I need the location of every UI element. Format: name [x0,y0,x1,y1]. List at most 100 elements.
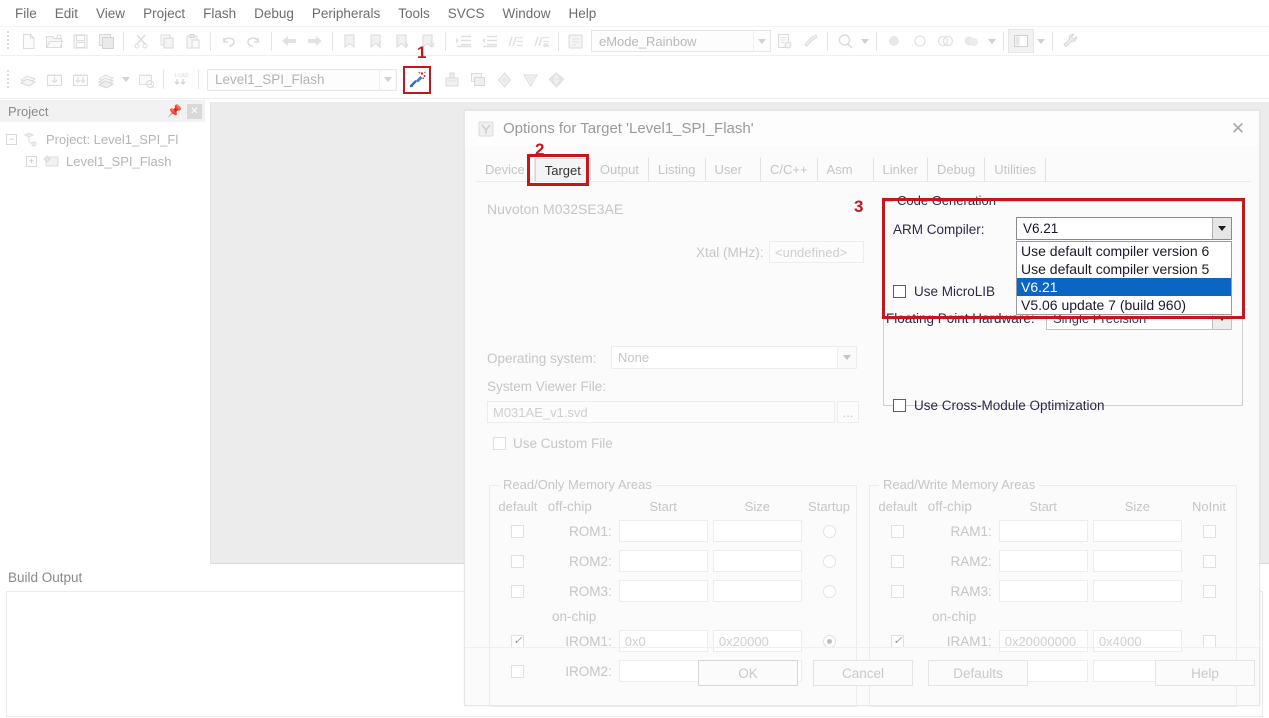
menu-tools[interactable]: Tools [389,3,439,24]
rom1-startup-radio[interactable] [822,524,836,538]
uncomment-icon[interactable] [528,29,554,53]
batch-build-icon[interactable] [93,68,119,92]
menu-flash[interactable]: Flash [194,3,245,24]
download-icon[interactable]: LOAD [168,68,194,92]
ram1-size-field[interactable] [1092,520,1183,542]
ram3-size-field[interactable] [1092,580,1183,602]
comment-icon[interactable] [502,29,528,53]
tab-device[interactable]: Device [476,158,535,181]
tree-toggle-icon[interactable]: − [6,133,17,145]
save-icon[interactable] [67,29,93,53]
ram3-default-checkbox[interactable] [891,584,905,598]
tab-asm[interactable]: Asm [818,158,874,181]
cut-icon[interactable] [128,29,154,53]
rom1-size-field[interactable] [712,520,803,542]
use-custom-file-checkbox[interactable] [493,437,506,450]
rom3-default-checkbox[interactable] [511,584,525,598]
system-viewer-file-field[interactable]: M031AE_v1.svd [487,401,835,423]
new-file-icon[interactable] [15,29,41,53]
find-icon[interactable] [832,29,858,53]
ok-button[interactable]: OK [698,660,798,686]
menu-view[interactable]: View [87,3,134,24]
rom3-startup-radio[interactable] [822,584,836,598]
tab-user[interactable]: User [706,158,761,181]
configuration-wizard-icon[interactable] [563,29,589,53]
close-icon[interactable]: ✕ [1217,112,1259,145]
arm-compiler-dropdown-list[interactable]: Use default compiler version 6 Use defau… [1016,241,1232,315]
configure-icon[interactable] [1057,29,1083,53]
menu-window[interactable]: Window [493,3,559,24]
breakpoint-icon[interactable] [881,29,907,53]
batch-build-dropdown-icon[interactable] [119,68,133,92]
manage-run-time-env-icon[interactable] [517,68,543,92]
chevron-down-icon[interactable] [837,347,856,368]
chevron-down-icon[interactable] [753,31,770,51]
stop-build-icon[interactable] [133,68,159,92]
indent-icon[interactable] [450,29,476,53]
menu-svcs[interactable]: SVCS [439,3,494,24]
select-software-packs-icon[interactable] [543,68,569,92]
translate-icon[interactable] [15,68,41,92]
operating-system-select[interactable]: None [611,346,857,369]
use-cross-module-optimization-checkbox[interactable] [893,399,906,412]
outdent-icon[interactable] [476,29,502,53]
insert-bookmark-icon[interactable] [797,29,823,53]
multiproject-icon[interactable] [771,29,797,53]
use-microlib-checkbox[interactable] [893,285,906,298]
defaults-button[interactable]: Defaults [928,660,1028,686]
use-custom-file-row[interactable]: Use Custom File [493,436,613,451]
target-select[interactable]: Level1_SPI_Flash [207,68,397,91]
tab-target[interactable]: Target [534,158,591,181]
tab-utilities[interactable]: Utilities [985,158,1047,181]
ram3-start-field[interactable] [998,580,1088,602]
dialog-titlebar[interactable]: Options for Target 'Level1_SPI_Flash' ✕ [465,111,1259,146]
dropdown-option[interactable]: V5.06 update 7 (build 960) [1017,296,1231,314]
pin-icon[interactable]: 📌 [167,104,182,119]
tab-linker[interactable]: Linker [874,158,928,181]
cancel-button[interactable]: Cancel [813,660,913,686]
tab-output[interactable]: Output [591,158,649,181]
kill-all-breakpoints-icon[interactable] [959,29,985,53]
menu-edit[interactable]: Edit [46,3,87,24]
rebuild-icon[interactable] [67,68,93,92]
rom2-default-checkbox[interactable] [511,554,525,568]
rom1-start-field[interactable] [618,520,708,542]
disable-breakpoint-icon[interactable] [907,29,933,53]
browse-system-viewer-file-button[interactable]: ... [837,401,859,423]
tab-listing[interactable]: Listing [649,158,706,181]
mode-combo[interactable]: eMode_Rainbow [591,30,771,52]
arm-compiler-select[interactable]: V6.21 [1016,217,1232,240]
paste-icon[interactable] [180,29,206,53]
bookmark-prev-icon[interactable] [363,29,389,53]
build-icon[interactable] [41,68,67,92]
tree-item-project[interactable]: − Project: Level1_SPI_Fl [6,128,205,150]
ram3-noinit-checkbox[interactable] [1202,584,1216,598]
iram1-noinit-checkbox[interactable] [1202,634,1216,648]
multiproject-toolbar-icon[interactable] [465,68,491,92]
menu-help[interactable]: Help [560,3,606,24]
tab-cpp[interactable]: C/C++ [761,158,818,181]
tree-toggle-icon[interactable]: + [26,155,37,167]
navigate-back-icon[interactable] [276,29,302,53]
open-file-icon[interactable] [41,29,67,53]
chevron-down-icon[interactable] [379,69,396,90]
window-layout-icon[interactable] [1008,29,1034,53]
menu-debug[interactable]: Debug [245,3,303,24]
layout-dropdown-icon[interactable] [1034,29,1048,53]
navigate-forward-icon[interactable] [302,29,328,53]
rom2-startup-radio[interactable] [822,554,836,568]
irom1-startup-radio[interactable] [822,634,836,648]
rom3-size-field[interactable] [712,580,803,602]
rom1-default-checkbox[interactable] [511,524,525,538]
tree-item-target[interactable]: + Level1_SPI_Flash [6,150,205,172]
dropdown-option[interactable]: Use default compiler version 5 [1017,260,1231,278]
save-all-icon[interactable] [93,29,119,53]
ram2-noinit-checkbox[interactable] [1202,554,1216,568]
manage-project-items-icon[interactable] [439,68,465,92]
menu-project[interactable]: Project [134,3,194,24]
ram2-start-field[interactable] [998,550,1088,572]
find-dropdown-icon[interactable] [858,29,872,53]
ram1-default-checkbox[interactable] [891,524,905,538]
ram1-noinit-checkbox[interactable] [1202,524,1216,538]
menu-peripherals[interactable]: Peripherals [303,3,389,24]
